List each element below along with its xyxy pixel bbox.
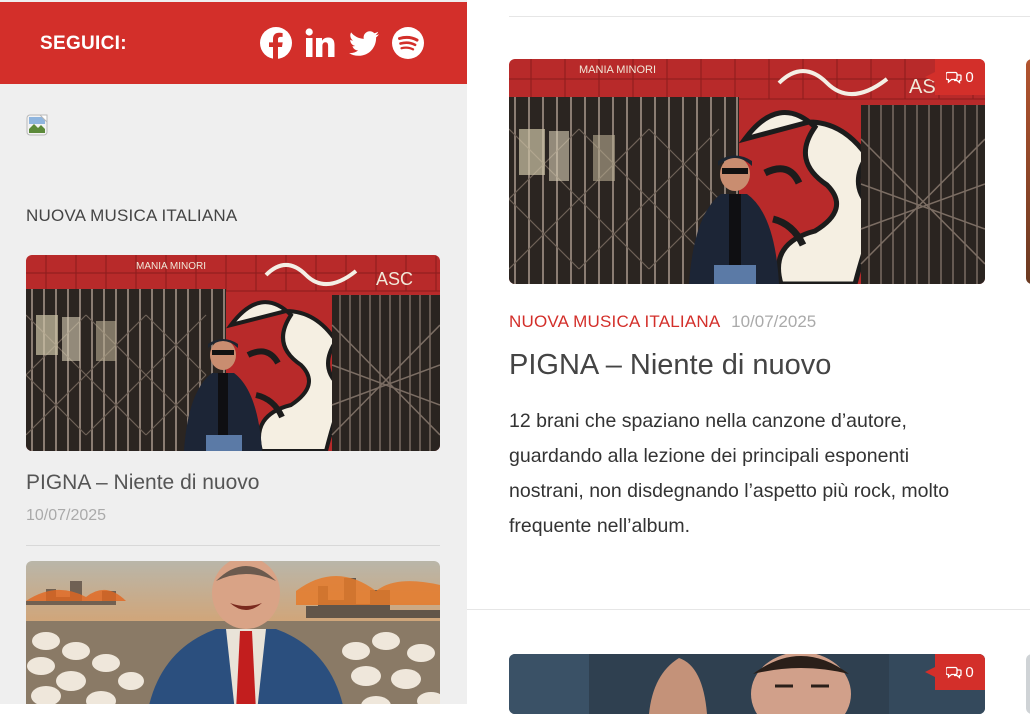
comment-count-badge[interactable]: 0 (925, 654, 985, 690)
post-excerpt: 12 brani che spaziano nella canzone d’au… (509, 410, 950, 537)
follow-bar: SEGUICI: (0, 2, 467, 84)
post-title[interactable]: PIGNA – Niente di nuovo (509, 349, 831, 382)
linkedin-icon[interactable] (303, 26, 337, 60)
post-thumbnail[interactable] (26, 561, 440, 704)
post-thumbnail[interactable] (1026, 59, 1030, 284)
widget-title: NUOVA MUSICA ITALIANA (26, 206, 238, 225)
comment-count-badge[interactable]: 0 (925, 59, 985, 95)
post-thumbnail[interactable] (1026, 654, 1030, 714)
sidebar-post-title[interactable]: PIGNA – Niente di nuovo (26, 471, 259, 495)
comments-icon (946, 666, 962, 679)
sidebar-post-date: 10/07/2025 (26, 507, 107, 524)
svg-text:MANIA MINORI: MANIA MINORI (579, 64, 656, 76)
post-category-link[interactable]: NUOVA MUSICA ITALIANA (509, 312, 720, 331)
comments-icon (946, 71, 962, 84)
post-meta: NUOVA MUSICA ITALIANA 10/07/2025 (509, 312, 816, 332)
post-date: 10/07/2025 (731, 312, 817, 331)
sidebar: SEGUICI: NUOVA MUSICA ITALIANA MANIA MIN… (0, 0, 467, 704)
post-thumbnail[interactable]: MANIA MINORI ASC (509, 59, 985, 284)
svg-text:ASC: ASC (376, 269, 413, 289)
facebook-icon[interactable] (259, 26, 293, 60)
twitter-icon[interactable] (347, 26, 381, 60)
follow-label: SEGUICI: (40, 33, 127, 54)
divider (26, 545, 440, 546)
comment-count: 0 (965, 663, 974, 681)
svg-text:MANIA MINORI: MANIA MINORI (136, 261, 206, 272)
post-thumbnail[interactable]: MANIA MINORI ASC (26, 255, 440, 451)
divider (509, 16, 1030, 17)
spotify-icon[interactable] (391, 26, 425, 60)
divider (467, 609, 1030, 610)
broken-image-icon (26, 114, 48, 136)
comment-count: 0 (965, 68, 974, 86)
post-thumbnail[interactable]: 0 (509, 654, 985, 714)
